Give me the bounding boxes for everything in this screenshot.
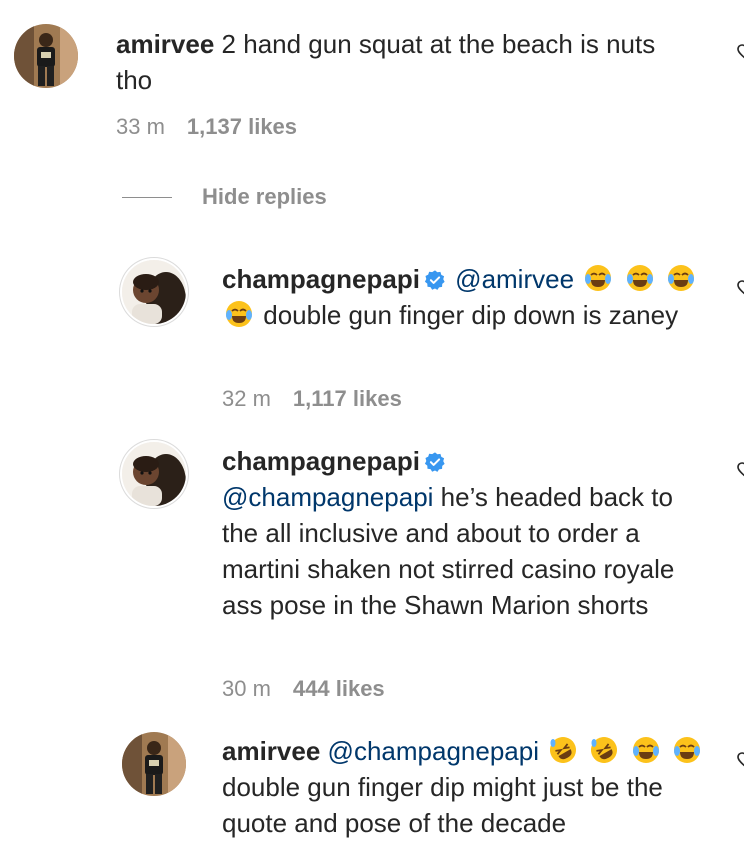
avatar-image <box>122 260 186 324</box>
joy-emoji-icon <box>667 265 694 291</box>
comment-body: champagnepapi @champagnepapi he’s headed… <box>222 443 712 623</box>
mention-link[interactable]: @champagnepapi <box>328 736 539 766</box>
comment-meta: 30 m 444 likes <box>222 676 385 702</box>
verified-badge-icon <box>424 452 445 472</box>
username[interactable]: amirvee <box>222 736 320 766</box>
joy-emoji-icon <box>632 737 659 763</box>
likes-count[interactable]: 444 likes <box>293 676 385 701</box>
joy-emoji-icon <box>226 301 252 327</box>
comment-body: amirvee 2 hand gun squat at the beach is… <box>116 26 676 98</box>
hide-replies-button[interactable]: Hide replies <box>122 182 327 212</box>
comment-text: double gun finger dip down is zaney <box>263 300 679 330</box>
likes-count[interactable]: 1,117 likes <box>293 386 402 411</box>
timestamp[interactable]: 33 m <box>116 114 165 139</box>
verified-badge-icon <box>424 270 445 290</box>
timestamp[interactable]: 30 m <box>222 676 271 701</box>
heart-icon[interactable] <box>736 750 744 770</box>
joy-emoji-icon <box>673 737 700 763</box>
username[interactable]: champagnepapi <box>222 264 420 294</box>
comment-meta: 33 m 1,137 likes <box>116 114 297 140</box>
comment-body: champagnepapi @amirvee double gun finger… <box>222 261 712 333</box>
avatar-champagnepapi[interactable] <box>122 442 186 506</box>
joy-emoji-icon <box>626 265 653 291</box>
joy-emoji-icon <box>585 265 612 291</box>
timestamp[interactable]: 32 m <box>222 386 271 411</box>
avatar-image <box>14 24 78 88</box>
username[interactable]: amirvee <box>116 29 214 59</box>
rofl-emoji-icon <box>591 737 618 763</box>
heart-icon[interactable] <box>736 278 744 298</box>
rofl-emoji-icon <box>550 737 577 763</box>
avatar-amirvee[interactable] <box>122 732 186 796</box>
avatar-champagnepapi[interactable] <box>122 260 186 324</box>
mention-link[interactable]: @amirvee <box>455 264 574 294</box>
replies-divider <box>122 196 172 198</box>
comment-meta: 32 m 1,117 likes <box>222 386 402 412</box>
username[interactable]: champagnepapi <box>222 446 420 476</box>
comment-text: double gun finger dip might just be the … <box>222 772 663 838</box>
heart-icon[interactable] <box>736 42 744 62</box>
avatar-image <box>122 732 186 796</box>
comment-body: amirvee @champagnepapi double gun finger… <box>222 733 712 841</box>
likes-count[interactable]: 1,137 likes <box>187 114 297 139</box>
heart-icon[interactable] <box>736 460 744 480</box>
avatar-image <box>122 442 186 506</box>
hide-replies-label: Hide replies <box>202 184 327 209</box>
avatar-amirvee[interactable] <box>14 24 78 88</box>
mention-link[interactable]: @champagnepapi <box>222 482 433 512</box>
